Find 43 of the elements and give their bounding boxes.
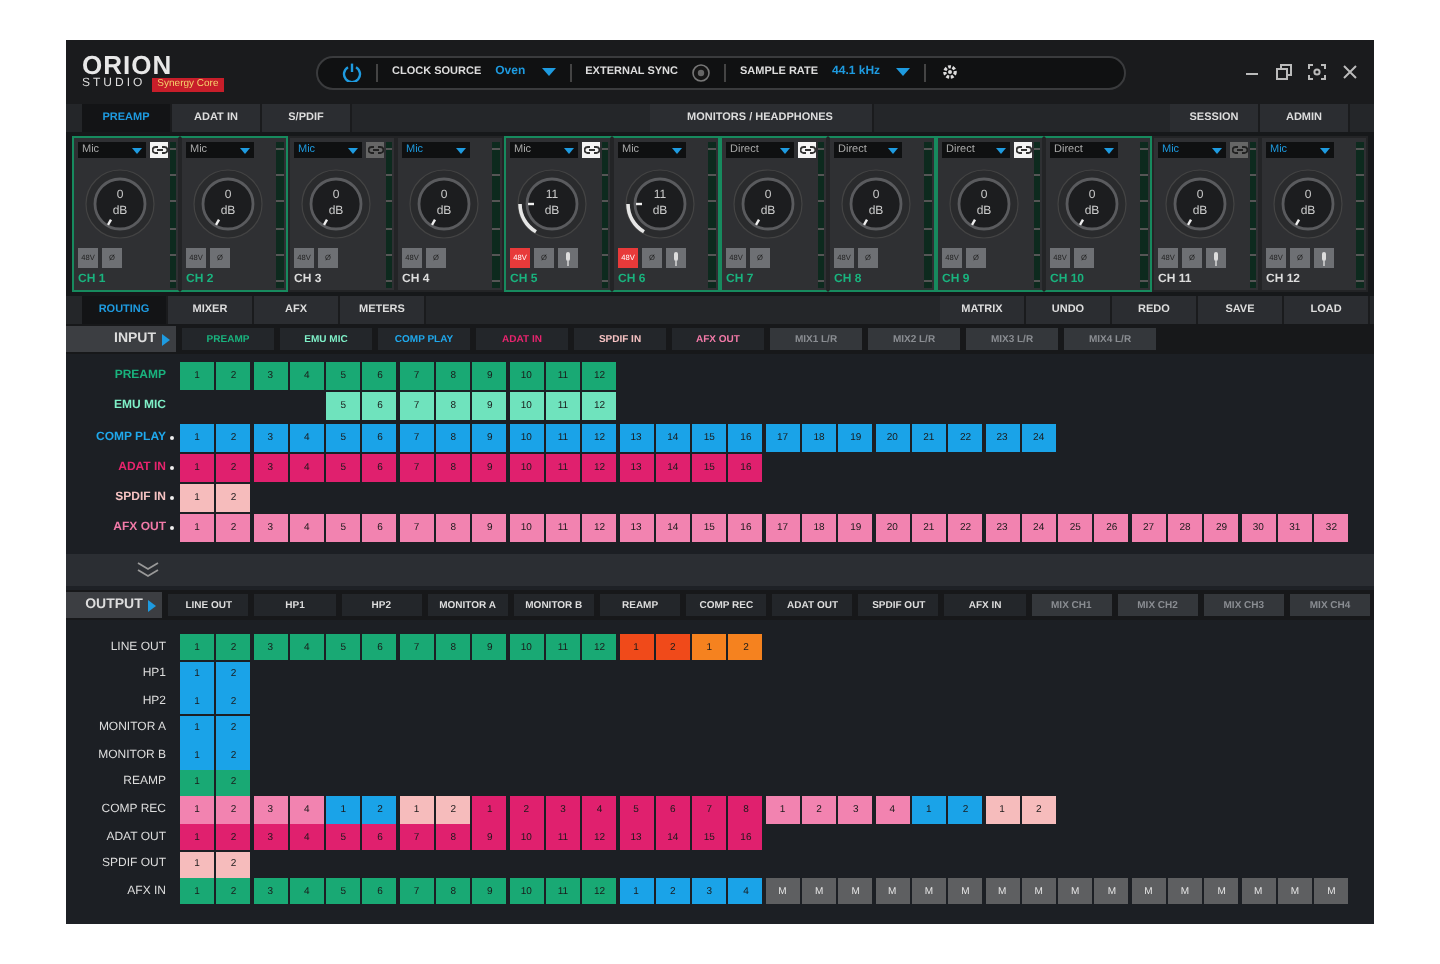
caret-icon — [132, 147, 142, 153]
restore-icon[interactable] — [1276, 64, 1292, 80]
caret-icon — [240, 147, 250, 153]
link-icon — [151, 146, 167, 154]
caret-icon — [896, 68, 911, 76]
app-logo: ORION — [82, 52, 173, 78]
close-icon[interactable] — [1342, 64, 1358, 80]
power-icon[interactable] — [342, 62, 362, 82]
microphone-icon — [564, 251, 572, 265]
caret-icon — [996, 147, 1006, 153]
settings-icon[interactable] — [940, 62, 961, 82]
expand-arrow-icon[interactable] — [162, 333, 170, 345]
mic-button[interactable] — [1314, 248, 1334, 268]
mic-button[interactable] — [558, 248, 578, 268]
caret-icon — [541, 68, 556, 76]
caret-icon — [348, 147, 358, 153]
link-button[interactable] — [798, 142, 816, 158]
caret-icon — [1104, 147, 1114, 153]
link-button[interactable] — [1014, 142, 1032, 158]
caret-icon — [888, 147, 898, 153]
microphone-icon — [1320, 251, 1328, 265]
link-icon — [367, 146, 383, 154]
knob-dial — [516, 168, 588, 240]
mic-button[interactable] — [1206, 248, 1226, 268]
caret-icon — [564, 147, 574, 153]
caret-icon — [1212, 147, 1222, 153]
link-icon — [583, 146, 599, 154]
link-button[interactable] — [150, 142, 168, 158]
caret-icon — [1320, 147, 1330, 153]
fullscreen-icon[interactable] — [1308, 64, 1326, 80]
link-icon — [1231, 146, 1247, 154]
link-button[interactable] — [582, 142, 600, 158]
microphone-icon — [672, 251, 680, 265]
caret-icon — [780, 147, 790, 153]
collapse-chevron-icon[interactable] — [136, 562, 160, 578]
microphone-icon — [1212, 251, 1220, 265]
link-icon — [1015, 146, 1031, 154]
caret-icon — [672, 147, 682, 153]
link-icon — [799, 146, 815, 154]
mic-button[interactable] — [666, 248, 686, 268]
knob-dial — [624, 168, 696, 240]
expand-arrow-icon[interactable] — [148, 599, 157, 611]
caret-icon — [456, 147, 466, 153]
